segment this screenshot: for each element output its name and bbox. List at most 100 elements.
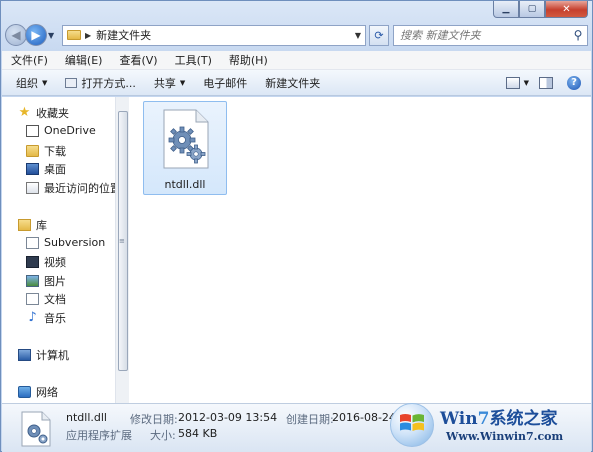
nav-documents[interactable]: 文档 <box>26 291 66 307</box>
organize-button[interactable]: 组织 ▼ <box>2 72 56 94</box>
nav-subversion[interactable]: Subversion <box>26 236 105 249</box>
desktop-icon <box>26 163 39 175</box>
chevron-down-icon: ▼ <box>179 78 186 87</box>
nav-downloads-label: 下载 <box>44 145 66 158</box>
close-button[interactable]: ✕ <box>545 1 588 18</box>
details-file-name: ntdll.dll <box>66 411 107 424</box>
modified-value: 2012-03-09 13:54 <box>178 411 278 424</box>
nav-music[interactable]: ♪ 音乐 <box>26 310 66 326</box>
nav-onedrive-label: OneDrive <box>44 124 96 137</box>
command-bar: 组织 ▼ 打开方式... 共享 ▼ 电子邮件 新建文件夹 ▼ ? <box>2 70 591 96</box>
share-label: 共享 <box>153 76 176 90</box>
watermark-brand: Win7系统之家 <box>440 404 557 429</box>
star-icon: ★ <box>18 105 31 120</box>
maximize-button[interactable]: ▢ <box>519 1 545 18</box>
watermark-brand-7: 7 <box>477 409 490 429</box>
explorer-window: ▁ ▢ ✕ ◀ ▶ ▼ ▶ 新建文件夹 ▼ ⟳ ⚲ 文件(F) 编辑(E) 查看… <box>0 0 593 452</box>
nav-computer[interactable]: 计算机 <box>18 347 69 363</box>
new-folder-button[interactable]: 新建文件夹 <box>256 72 329 94</box>
folder-icon <box>67 30 81 40</box>
nav-videos-label: 视频 <box>44 256 66 269</box>
nav-music-label: 音乐 <box>44 312 66 325</box>
address-row: ◀ ▶ ▼ ▶ 新建文件夹 ▼ ⟳ ⚲ <box>5 23 588 47</box>
nav-desktop[interactable]: 桌面 <box>26 161 66 177</box>
documents-icon <box>26 293 39 305</box>
file-name: ntdll.dll <box>164 178 206 191</box>
nav-libraries[interactable]: 库 <box>18 217 47 233</box>
details-file-type: 应用程序扩展 <box>66 429 132 442</box>
nav-scrollbar[interactable]: ≡ <box>115 97 129 403</box>
menu-help[interactable]: 帮助(H) <box>220 52 276 68</box>
subversion-library-icon <box>26 236 39 249</box>
preview-pane-icon[interactable] <box>539 76 553 89</box>
recent-places-icon <box>26 182 39 194</box>
size-value: 584 KB <box>178 427 218 440</box>
menu-tools[interactable]: 工具(T) <box>166 52 220 68</box>
nav-computer-label: 计算机 <box>36 349 69 362</box>
menu-bar: 文件(F) 编辑(E) 查看(V) 工具(T) 帮助(H) <box>2 51 591 70</box>
nav-recent[interactable]: 最近访问的位置 <box>26 180 121 196</box>
search-input[interactable] <box>400 28 569 42</box>
caption-buttons: ▁ ▢ ✕ <box>493 1 588 18</box>
help-icon[interactable]: ? <box>567 75 581 90</box>
navigation-pane: ★ 收藏夹 OneDrive 下载 桌面 最近访问的位置 库 Subversio… <box>2 97 128 403</box>
nav-desktop-label: 桌面 <box>44 163 66 176</box>
nav-favorites[interactable]: ★ 收藏夹 <box>18 105 69 121</box>
menu-file[interactable]: 文件(F) <box>2 52 56 68</box>
created-label: 创建日期: <box>286 413 334 426</box>
address-bar[interactable]: ▶ 新建文件夹 ▼ <box>62 24 366 46</box>
windows-flag-icon <box>400 414 424 431</box>
nav-network-label: 网络 <box>36 386 58 399</box>
address-dropdown-icon[interactable]: ▼ <box>351 31 365 40</box>
nav-network[interactable]: 网络 <box>18 384 58 400</box>
nav-downloads[interactable]: 下载 <box>26 143 66 159</box>
size-label: 大小: <box>150 429 176 442</box>
library-icon <box>18 219 31 231</box>
nav-documents-label: 文档 <box>44 293 66 306</box>
onedrive-icon <box>26 124 39 137</box>
network-icon <box>18 386 31 398</box>
file-list-area[interactable]: ntdll.dll <box>129 97 591 403</box>
computer-icon <box>18 349 31 361</box>
recent-pages-dropdown[interactable]: ▼ <box>48 31 58 40</box>
nav-recent-label: 最近访问的位置 <box>44 182 121 195</box>
video-icon <box>26 256 39 268</box>
dll-gear-icon <box>21 411 51 447</box>
nav-libraries-label: 库 <box>36 219 47 232</box>
music-note-icon: ♪ <box>28 310 37 325</box>
email-button[interactable]: 电子邮件 <box>194 72 256 94</box>
watermark-url: Www.Winwin7.com <box>446 430 564 443</box>
win7-watermark-logo: Win7系统之家 Www.Winwin7.com <box>390 401 588 449</box>
watermark-brand-cn: 系统之家 <box>489 409 558 429</box>
nav-pictures-label: 图片 <box>44 275 66 288</box>
open-with-label: 打开方式... <box>81 76 136 90</box>
refresh-button[interactable]: ⟳ <box>369 24 389 46</box>
organize-label: 组织 <box>16 76 38 90</box>
dll-gear-icon <box>163 109 209 169</box>
chevron-down-icon: ▼ <box>42 78 48 87</box>
view-dropdown-icon[interactable]: ▼ <box>524 79 529 87</box>
nav-pictures[interactable]: 图片 <box>26 273 66 289</box>
forward-button[interactable]: ▶ <box>25 24 47 46</box>
nav-onedrive[interactable]: OneDrive <box>26 124 96 137</box>
modified-label: 修改日期: <box>130 413 178 426</box>
menu-view[interactable]: 查看(V) <box>110 52 165 68</box>
search-box[interactable]: ⚲ <box>393 24 588 46</box>
nav-videos[interactable]: 视频 <box>26 254 66 270</box>
search-icon[interactable]: ⚲ <box>569 28 587 42</box>
nav-subversion-label: Subversion <box>44 236 106 249</box>
back-button[interactable]: ◀ <box>5 24 27 46</box>
file-item[interactable]: ntdll.dll <box>143 101 227 195</box>
open-with-button[interactable]: 打开方式... <box>56 72 145 94</box>
breadcrumb-current[interactable]: 新建文件夹 <box>96 27 351 43</box>
view-controls: ▼ ? <box>505 75 591 90</box>
watermark-brand-win: Win <box>440 409 478 429</box>
minimize-button[interactable]: ▁ <box>493 1 519 18</box>
breadcrumb-arrow-icon[interactable]: ▶ <box>85 31 91 40</box>
share-button[interactable]: 共享 ▼ <box>145 72 194 94</box>
menu-edit[interactable]: 编辑(E) <box>56 52 111 68</box>
change-view-icon[interactable] <box>505 76 520 89</box>
pictures-icon <box>26 275 39 287</box>
nav-favorites-label: 收藏夹 <box>36 107 69 120</box>
scrollbar-grip-icon: ≡ <box>119 237 125 245</box>
